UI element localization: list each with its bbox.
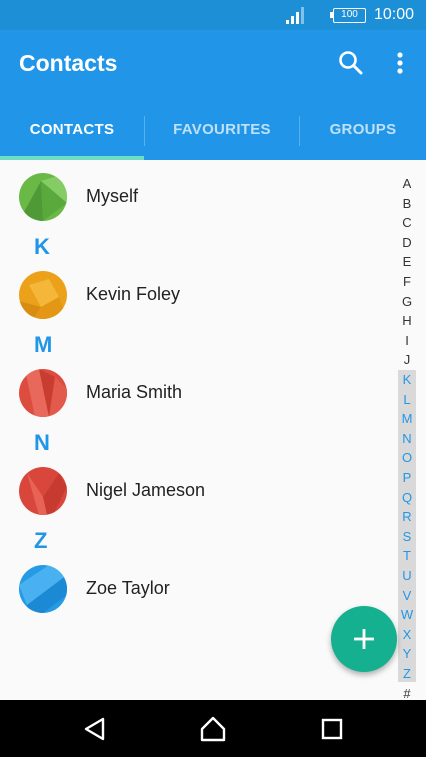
index-letter[interactable]: O [398, 450, 416, 465]
index-letter[interactable]: J [398, 352, 416, 367]
back-icon[interactable] [81, 715, 109, 743]
list-item[interactable]: Nigel Jameson [0, 461, 390, 521]
index-letter[interactable]: B [398, 196, 416, 211]
section-header: N [34, 430, 50, 455]
app-bar: Contacts CONTACTS FAVOURITES GROUPS [0, 30, 426, 160]
index-letter[interactable]: W [398, 607, 416, 622]
contact-name: Zoe Taylor [86, 578, 170, 598]
section-header: K [34, 234, 50, 259]
index-letter[interactable]: P [398, 470, 416, 485]
contact-name: Maria Smith [86, 382, 183, 402]
section-header: M [34, 332, 53, 357]
list-item[interactable]: Kevin Foley [0, 265, 390, 325]
index-letter[interactable]: U [398, 568, 416, 583]
index-letter[interactable]: Z [398, 666, 416, 681]
index-letter[interactable]: F [398, 274, 416, 289]
tab-favourites[interactable]: FAVOURITES [145, 110, 299, 160]
avatar [19, 565, 67, 613]
list-item[interactable]: Zoe Taylor [0, 559, 390, 619]
contact-name: Nigel Jameson [86, 480, 206, 500]
battery-icon: 100 [330, 8, 366, 23]
index-letter[interactable]: R [398, 509, 416, 524]
status-bar: 100 10:00 [0, 0, 426, 30]
tab-groups[interactable]: GROUPS [300, 110, 426, 160]
clock: 10:00 [374, 6, 415, 23]
search-icon[interactable] [336, 48, 366, 78]
index-letter[interactable]: L [398, 392, 416, 407]
tab-contacts[interactable]: CONTACTS [0, 110, 144, 160]
index-letter[interactable]: I [398, 333, 416, 348]
index-letter[interactable]: N [398, 431, 416, 446]
index-letter[interactable]: D [398, 235, 416, 250]
index-letter[interactable]: C [398, 215, 416, 230]
signal-icon [286, 7, 304, 24]
avatar [19, 271, 67, 319]
add-contact-button[interactable] [331, 606, 397, 672]
index-letter[interactable]: E [398, 254, 416, 269]
index-letter[interactable]: # [398, 686, 416, 701]
contact-name: Kevin Foley [86, 284, 181, 304]
contact-name: Myself [86, 186, 139, 206]
index-letter[interactable]: M [398, 411, 416, 426]
avatar [19, 369, 67, 417]
section-header: Z [34, 528, 48, 553]
list-item[interactable]: Maria Smith [0, 363, 390, 423]
tab-bar: CONTACTS FAVOURITES GROUPS [0, 110, 426, 160]
plus-icon [354, 629, 374, 649]
avatar [19, 173, 67, 221]
avatar [19, 467, 67, 515]
index-letter[interactable]: V [398, 588, 416, 603]
index-letter[interactable]: Q [398, 490, 416, 505]
page-title: Contacts [19, 50, 118, 76]
list-item[interactable]: Myself [0, 167, 390, 227]
index-letter[interactable]: T [398, 548, 416, 563]
tab-indicator [0, 156, 144, 160]
more-vert-icon[interactable] [388, 48, 412, 78]
recents-icon[interactable] [318, 715, 346, 743]
index-letter[interactable]: X [398, 627, 416, 642]
index-letter[interactable]: Y [398, 646, 416, 661]
index-letter[interactable]: K [398, 372, 416, 387]
battery-level: 100 [341, 9, 358, 20]
navigation-bar [0, 700, 426, 757]
index-letter[interactable]: G [398, 294, 416, 309]
home-icon[interactable] [199, 715, 227, 743]
index-letter[interactable]: S [398, 529, 416, 544]
index-letter[interactable]: A [398, 176, 416, 191]
index-letter[interactable]: H [398, 313, 416, 328]
